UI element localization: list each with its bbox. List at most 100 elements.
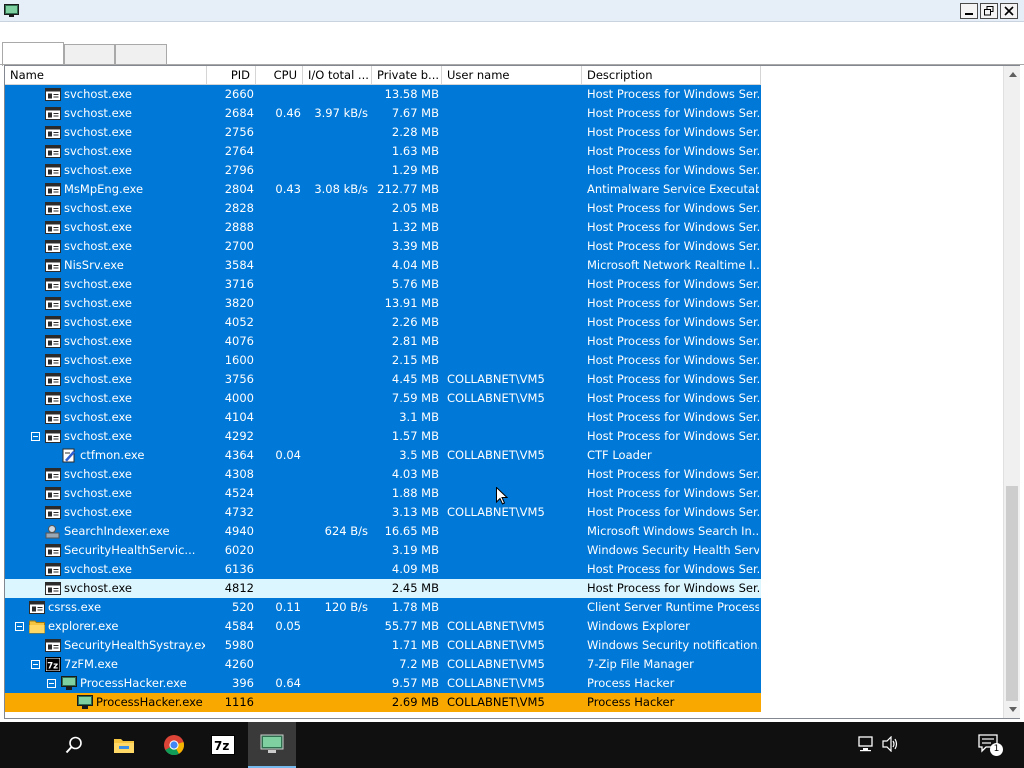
process-name-cell: svchost.exe — [64, 353, 133, 367]
process-row[interactable]: csrss.exe 520 0.11 120 B/s 1.78 MB Client Ser… — [5, 598, 761, 617]
process-row[interactable]: svchost.exe 4524 1.88 MB Host Process for W… — [5, 484, 761, 503]
process-list[interactable]: Name PID CPU I/O total ... Private b... … — [4, 65, 1020, 719]
arrow-down-icon — [1008, 707, 1017, 712]
io-cell — [303, 408, 368, 427]
collapse-toggle-icon[interactable] — [47, 679, 56, 688]
process-name-cell: 7zFM.exe — [64, 657, 118, 671]
column-private-bytes[interactable]: Private b... — [372, 66, 442, 85]
process-row[interactable]: svchost.exe 1600 2.15 MB Host Process for W… — [5, 351, 761, 370]
column-pid[interactable]: PID — [207, 66, 256, 85]
process-row[interactable]: ProcessHacker.exe 1116 2.69 MB COLLABNET\VM… — [5, 693, 761, 712]
process-row[interactable]: 7z 7zFM.exe 4260 7.2 MB COLLABNET\VM5 7-Zip F… — [5, 655, 761, 674]
pid-cell: 6020 — [224, 543, 254, 557]
collapse-toggle-icon[interactable] — [31, 660, 40, 669]
column-io-total[interactable]: I/O total ... — [303, 66, 372, 85]
pid-cell: 2700 — [224, 239, 254, 253]
user-name-cell — [447, 313, 582, 332]
io-cell — [303, 142, 368, 161]
mouse-cursor-icon — [496, 487, 508, 505]
process-row[interactable]: explorer.exe 4584 0.05 55.77 MB COLLABNET\VM… — [5, 617, 761, 636]
process-row[interactable]: svchost.exe 2888 1.32 MB Host Process for W… — [5, 218, 761, 237]
vertical-scrollbar[interactable] — [1003, 66, 1020, 718]
taskbar-process-hacker[interactable] — [248, 722, 296, 768]
process-row[interactable]: svchost.exe 4812 2.45 MB Host Process for W… — [5, 579, 761, 598]
process-row[interactable]: svchost.exe 4104 3.1 MB Host Process for Wi… — [5, 408, 761, 427]
private-bytes-cell: 5.76 MB — [391, 277, 439, 291]
process-row[interactable]: svchost.exe 2796 1.29 MB Host Process for W… — [5, 161, 761, 180]
pid-cell: 4000 — [224, 391, 254, 405]
process-row[interactable]: svchost.exe 6136 4.09 MB Host Process for W… — [5, 560, 761, 579]
process-row[interactable]: svchost.exe 2660 13.58 MB Host Process for … — [5, 85, 761, 104]
scroll-up-button[interactable] — [1004, 66, 1021, 83]
process-row[interactable]: SearchIndexer.exe 4940 624 B/s 16.65 MB Micr… — [5, 522, 761, 541]
private-bytes-cell: 2.81 MB — [391, 334, 439, 348]
process-row[interactable]: SecurityHealthServic... 6020 3.19 MB Window… — [5, 541, 761, 560]
restore-button[interactable] — [980, 3, 998, 19]
column-description[interactable]: Description — [582, 66, 761, 85]
cpu-cell — [256, 579, 301, 598]
process-row[interactable]: NisSrv.exe 3584 4.04 MB Microsoft Network R… — [5, 256, 761, 275]
svg-text:7z: 7z — [47, 662, 58, 672]
private-bytes-cell: 2.45 MB — [391, 581, 439, 595]
process-row[interactable]: svchost.exe 4732 3.13 MB COLLABNET\VM5 Host … — [5, 503, 761, 522]
cpu-cell — [256, 275, 301, 294]
process-row[interactable]: svchost.exe 4292 1.57 MB Host Process for W… — [5, 427, 761, 446]
service-icon — [45, 391, 61, 406]
process-row[interactable]: svchost.exe 2764 1.63 MB Host Process for W… — [5, 142, 761, 161]
process-row[interactable]: svchost.exe 2684 0.46 3.97 kB/s 7.67 MB Host … — [5, 104, 761, 123]
volume-icon[interactable] — [882, 735, 900, 756]
process-row[interactable]: SecurityHealthSystray.exe 5980 1.71 MB COLL… — [5, 636, 761, 655]
io-cell — [303, 351, 368, 370]
user-name-cell — [447, 541, 582, 560]
pid-cell: 3820 — [224, 296, 254, 310]
cpu-cell — [256, 522, 301, 541]
process-row[interactable]: svchost.exe 2756 2.28 MB Host Process for W… — [5, 123, 761, 142]
column-user-name[interactable]: User name — [442, 66, 582, 85]
column-cpu[interactable]: CPU — [256, 66, 303, 85]
service-icon — [45, 353, 61, 368]
taskbar-chrome[interactable] — [150, 722, 198, 768]
cpu-cell — [256, 408, 301, 427]
pid-cell: 4732 — [224, 505, 254, 519]
process-row[interactable]: svchost.exe 2828 2.05 MB Host Process for W… — [5, 199, 761, 218]
process-name-cell: svchost.exe — [64, 505, 133, 519]
io-cell — [303, 237, 368, 256]
process-row[interactable]: svchost.exe 4076 2.81 MB Host Process for W… — [5, 332, 761, 351]
process-row[interactable]: svchost.exe 3716 5.76 MB Host Process for W… — [5, 275, 761, 294]
process-row[interactable]: svchost.exe 3756 4.45 MB COLLABNET\VM5 Host … — [5, 370, 761, 389]
tab-services[interactable] — [64, 44, 115, 65]
description-cell: Host Process for Windows Ser... — [587, 562, 759, 576]
column-name[interactable]: Name — [5, 66, 207, 85]
user-name-cell: COLLABNET\VM5 — [447, 695, 545, 709]
collapse-toggle-icon[interactable] — [31, 432, 40, 441]
private-bytes-cell: 3.13 MB — [391, 505, 439, 519]
minimize-button[interactable] — [960, 3, 978, 19]
action-center-button[interactable]: 1 — [978, 734, 1003, 758]
process-row[interactable]: svchost.exe 3820 13.91 MB Host Process for … — [5, 294, 761, 313]
description-cell: Host Process for Windows Ser... — [587, 277, 759, 291]
process-name-cell: svchost.exe — [64, 125, 133, 139]
process-row[interactable]: MsMpEng.exe 2804 0.43 3.08 kB/s 212.77 MB Ant… — [5, 180, 761, 199]
start-button[interactable] — [0, 722, 48, 768]
taskbar-7zip[interactable]: 7z — [199, 722, 247, 768]
process-row[interactable]: svchost.exe 4052 2.26 MB Host Process for W… — [5, 313, 761, 332]
service-icon — [45, 334, 61, 349]
taskbar-file-explorer[interactable] — [100, 722, 148, 768]
user-name-cell — [447, 199, 582, 218]
network-icon[interactable] — [858, 736, 876, 756]
service-icon — [45, 106, 61, 121]
process-row[interactable]: svchost.exe 2700 3.39 MB Host Process for W… — [5, 237, 761, 256]
collapse-toggle-icon[interactable] — [15, 622, 24, 631]
process-row[interactable]: ProcessHacker.exe 396 0.64 9.57 MB COLLABNET… — [5, 674, 761, 693]
description-cell: Process Hacker — [587, 676, 675, 690]
close-button[interactable] — [1000, 3, 1018, 19]
taskbar-search-button[interactable] — [50, 722, 98, 768]
tab-processes[interactable] — [2, 42, 64, 66]
process-row[interactable]: ctfmon.exe 4364 0.04 3.5 MB COLLABNET\VM5 CTF… — [5, 446, 761, 465]
scrollbar-thumb[interactable] — [1006, 486, 1018, 701]
scroll-down-button[interactable] — [1004, 701, 1021, 718]
process-row[interactable]: svchost.exe 4000 7.59 MB COLLABNET\VM5 Host … — [5, 389, 761, 408]
tab-network[interactable] — [115, 44, 167, 65]
description-cell: Windows Security notification... — [587, 638, 759, 652]
process-row[interactable]: svchost.exe 4308 4.03 MB Host Process for W… — [5, 465, 761, 484]
